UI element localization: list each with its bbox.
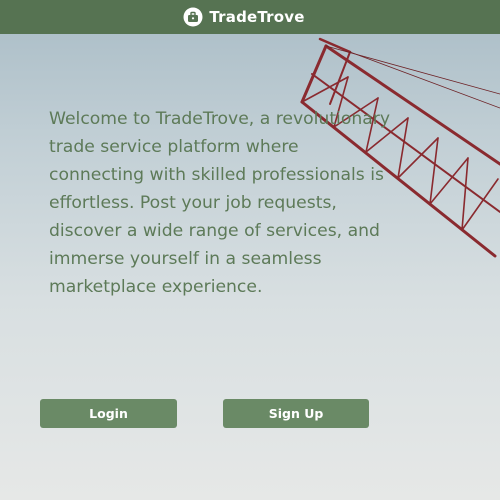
briefcase-icon <box>183 7 203 27</box>
landing-page: TradeTrove Welcome to TradeTrove, a revo… <box>0 0 500 500</box>
login-button[interactable]: Login <box>40 399 177 428</box>
brand[interactable]: TradeTrove <box>183 7 304 27</box>
brand-name: TradeTrove <box>209 8 305 26</box>
top-navbar: TradeTrove <box>0 0 500 34</box>
welcome-message: Welcome to TradeTrove, a revolutionary t… <box>49 109 391 297</box>
signup-button[interactable]: Sign Up <box>223 399 369 428</box>
